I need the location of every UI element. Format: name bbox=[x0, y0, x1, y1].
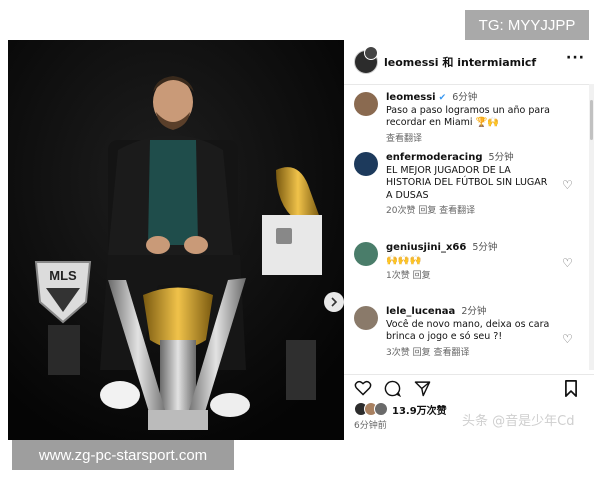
bookmark-icon[interactable] bbox=[564, 380, 578, 397]
watermark: 头条 @音是少年Cd bbox=[462, 414, 575, 429]
tg-tag: TG: MYYJJPP bbox=[465, 10, 589, 40]
comment-meta[interactable]: 3次赞 回复 查看翻译 bbox=[386, 347, 556, 360]
comment-text: EL MEJOR JUGADOR DE LA HISTORIA DEL FÚTB… bbox=[386, 164, 548, 201]
translate-link[interactable]: 查看翻译 bbox=[386, 133, 556, 146]
comment-time: 5分钟 bbox=[488, 152, 514, 163]
share-icon[interactable] bbox=[414, 380, 431, 397]
likes-row[interactable]: 13.9万次赞 bbox=[354, 400, 447, 418]
caption: leomessi ✔ 6分钟 Paso a paso logramos un a… bbox=[354, 92, 584, 144]
likes-count[interactable]: 13.9万次赞 bbox=[392, 402, 447, 417]
comment-icon[interactable] bbox=[384, 380, 401, 397]
comment-time: 5分钟 bbox=[472, 242, 498, 253]
action-bar bbox=[344, 374, 594, 401]
site-url-tag: www.zg-pc-starsport.com bbox=[12, 440, 234, 470]
comment-meta[interactable]: 1次赞 回复 bbox=[386, 270, 556, 283]
scrollbar-thumb[interactable] bbox=[590, 100, 593, 140]
comment-username[interactable]: lele_lucenaa bbox=[386, 306, 455, 317]
like-icon[interactable] bbox=[354, 380, 372, 396]
comments-scrollbar[interactable] bbox=[589, 84, 594, 370]
verified-icon: ✔ bbox=[438, 93, 447, 103]
comment-text: Você de novo mano, deixa os cara brinca … bbox=[386, 318, 550, 343]
caption-username[interactable]: leomessi bbox=[386, 92, 436, 103]
next-photo-button[interactable] bbox=[324, 292, 344, 312]
coauthor-avatar[interactable] bbox=[364, 46, 378, 60]
avatar bbox=[374, 402, 388, 416]
comment-meta[interactable]: 20次赞 回复 查看翻译 bbox=[386, 205, 556, 218]
caption-time: 6分钟 bbox=[452, 92, 478, 103]
like-heart-icon[interactable]: ♡ bbox=[562, 256, 573, 270]
comment-text: 🙌🙌🙌 bbox=[386, 254, 422, 266]
mls-logo-text: MLS bbox=[49, 268, 77, 283]
more-options-icon[interactable]: ··· bbox=[566, 50, 585, 66]
post-header: leomessi 和 intermiamicf ··· bbox=[344, 40, 594, 85]
list-item: enfermoderacing 5分钟 EL MEJOR JUGADOR DE … bbox=[354, 152, 584, 228]
comment-username[interactable]: geniusjini_x66 bbox=[386, 242, 466, 253]
chevron-right-icon bbox=[331, 297, 338, 307]
post-authors[interactable]: leomessi 和 intermiamicf bbox=[384, 54, 536, 70]
post-panel: leomessi 和 intermiamicf ··· leomessi ✔ 6… bbox=[344, 40, 594, 440]
like-heart-icon[interactable]: ♡ bbox=[562, 178, 573, 192]
messi-trophies-illustration: MLS bbox=[8, 40, 344, 440]
comments-list: leomessi ✔ 6分钟 Paso a paso logramos un a… bbox=[344, 84, 590, 370]
caption-text: Paso a paso logramos un año para recorda… bbox=[386, 104, 550, 129]
like-heart-icon[interactable]: ♡ bbox=[562, 332, 573, 346]
comment-username[interactable]: enfermoderacing bbox=[386, 152, 483, 163]
avatar[interactable] bbox=[354, 306, 378, 330]
avatar[interactable] bbox=[354, 92, 378, 116]
avatar[interactable] bbox=[354, 152, 378, 176]
list-item: geniusjini_x66 5分钟 🙌🙌🙌 1次赞 回复 ♡ bbox=[354, 242, 584, 290]
list-item: lele_lucenaa 2分钟 Você de novo mano, deix… bbox=[354, 306, 584, 370]
post-time: 6分钟前 bbox=[354, 421, 387, 431]
avatar[interactable] bbox=[354, 242, 378, 266]
comment-time: 2分钟 bbox=[461, 306, 487, 317]
post-photo[interactable]: MLS bbox=[8, 40, 344, 440]
